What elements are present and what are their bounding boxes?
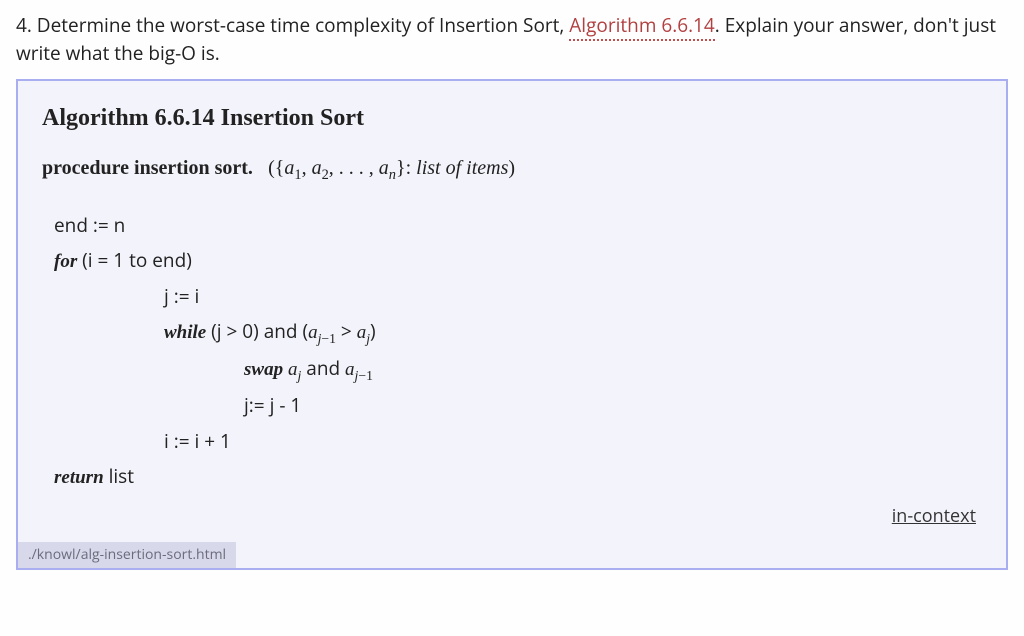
code-line-8: return list bbox=[54, 459, 982, 495]
question-text-before: Determine the worst-case time complexity… bbox=[37, 12, 569, 38]
in-context-link[interactable]: in-context bbox=[892, 503, 982, 539]
pseudocode: end := n for (i = 1 to end) j := i while… bbox=[54, 208, 982, 495]
algorithm-title: Algorithm 6.6.14 Insertion Sort bbox=[42, 101, 982, 136]
algorithm-footer: in-context bbox=[42, 503, 982, 539]
code-line-3: j := i bbox=[54, 279, 982, 314]
algorithm-box: Algorithm 6.6.14 Insertion Sort procedur… bbox=[16, 79, 1008, 570]
procedure-line: procedure insertion sort. ({a1, a2, . . … bbox=[42, 152, 982, 186]
code-line-5: swap aj and aj−1 bbox=[54, 351, 982, 388]
algorithm-link[interactable]: Algorithm 6.6.14 bbox=[569, 12, 715, 41]
code-line-6: j:= j - 1 bbox=[54, 388, 982, 423]
question-4: 4. Determine the worst-case time complex… bbox=[16, 12, 1008, 67]
procedure-label: procedure insertion sort. bbox=[42, 157, 253, 179]
code-line-4: while (j > 0) and (aj−1 > aj) bbox=[54, 314, 982, 351]
procedure-args: ({a1, a2, . . . , an}: bbox=[258, 157, 416, 179]
path-bar: ./knowl/alg-insertion-sort.html bbox=[18, 542, 236, 568]
procedure-desc: list of items bbox=[416, 157, 508, 179]
question-number: 4. bbox=[16, 12, 32, 38]
code-line-2: for (i = 1 to end) bbox=[54, 243, 982, 279]
code-line-1: end := n bbox=[54, 208, 982, 243]
code-line-7: i := i + 1 bbox=[54, 424, 982, 459]
